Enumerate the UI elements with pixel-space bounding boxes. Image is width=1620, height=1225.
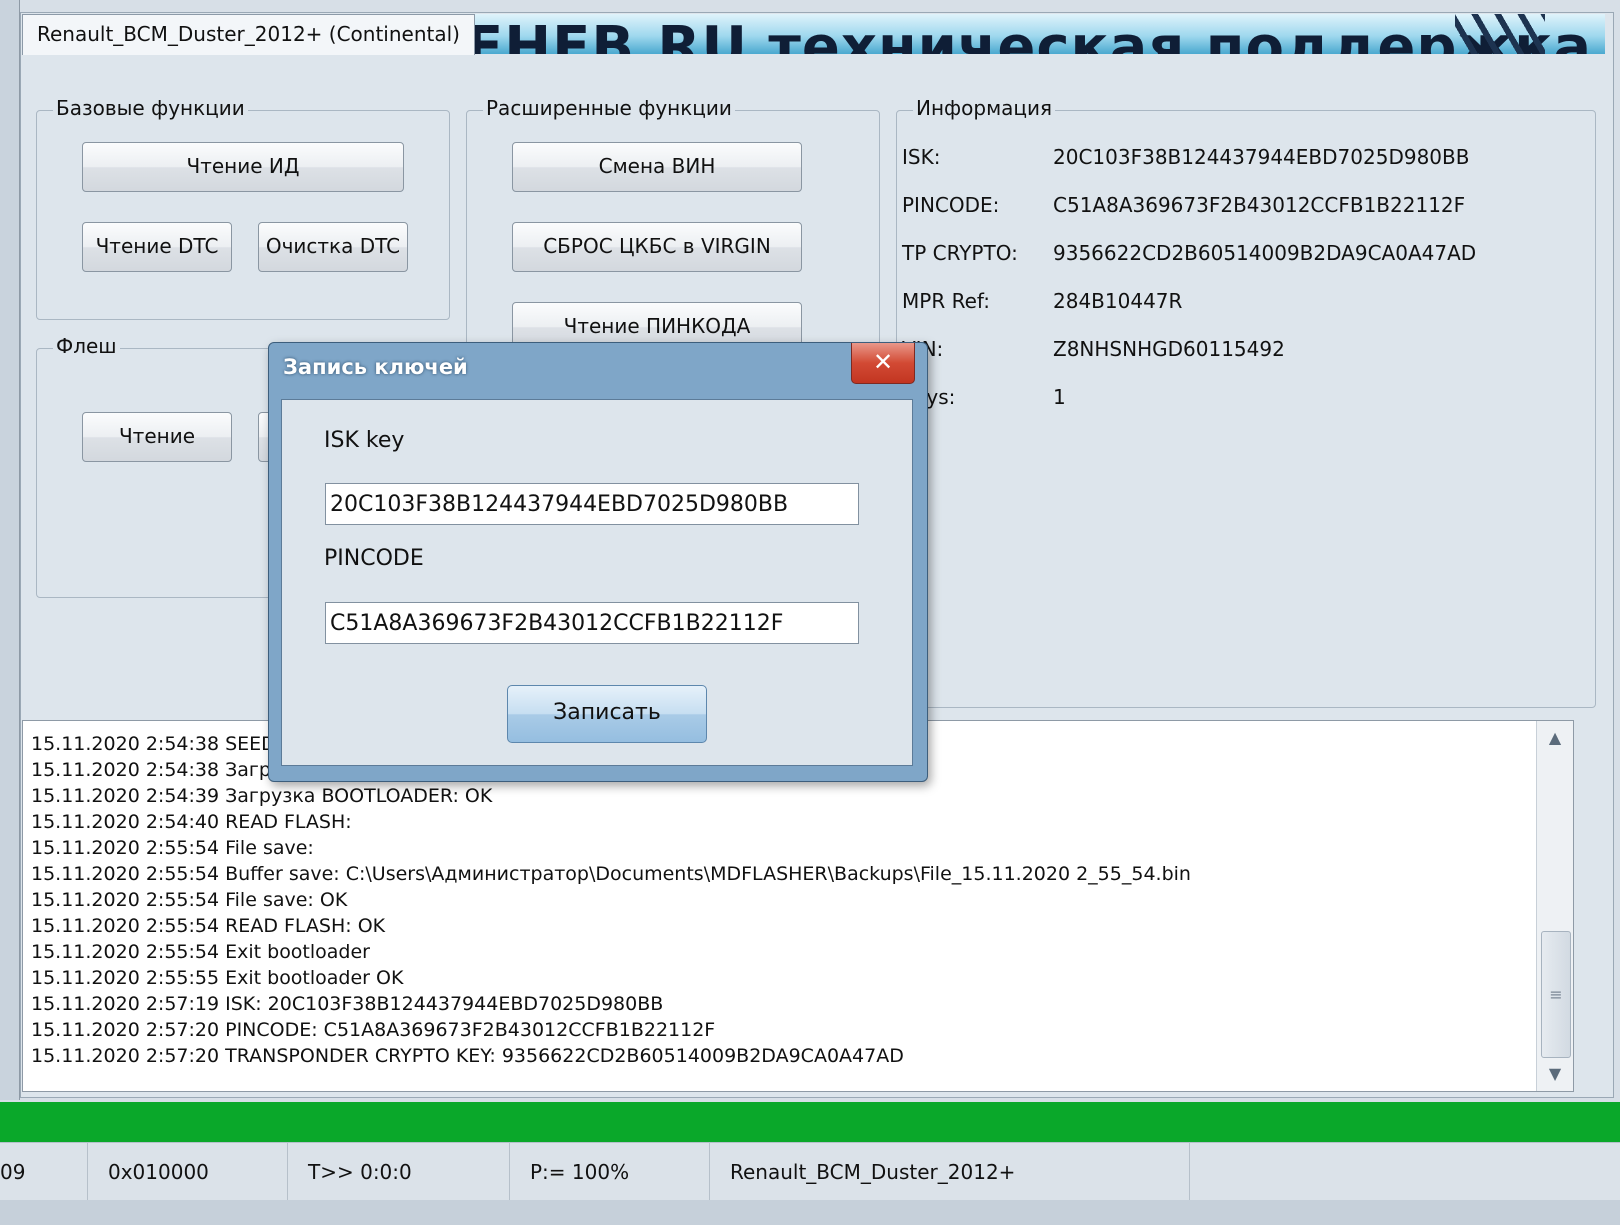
- info-label: MPR Ref:: [902, 289, 990, 313]
- info-label: PINCODE:: [902, 193, 1000, 217]
- banner-stripes: [1455, 14, 1545, 54]
- group-info-title: Информация: [913, 97, 1056, 119]
- info-label: TP CRYPTO:: [902, 241, 1018, 265]
- log-line: 15.11.2020 2:54:38 SEED: [31, 733, 276, 755]
- log-line: 15.11.2020 2:55:54 READ FLASH: OK: [31, 915, 386, 937]
- progress-bar: [0, 1102, 1620, 1142]
- log-line: 15.11.2020 2:57:20 TRANSPONDER CRYPTO KE…: [31, 1045, 904, 1067]
- reset-virgin-button[interactable]: СБРОС ЦКБС в VIRGIN: [512, 222, 802, 272]
- log-line: 15.11.2020 2:54:40 READ FLASH:: [31, 811, 352, 833]
- pincode-value: C51A8A369673F2B43012CCFB1B22112F: [1053, 193, 1466, 217]
- status-cell-progress: P:= 100%: [510, 1143, 710, 1201]
- group-flash-title: Флеш: [53, 335, 120, 357]
- change-vin-button[interactable]: Смена ВИН: [512, 142, 802, 192]
- status-cell-id: 09: [0, 1143, 88, 1201]
- bottom-strip: [0, 1200, 1620, 1225]
- tab-device[interactable]: Renault_BCM_Duster_2012+ (Continental): [22, 14, 475, 55]
- scroll-up-icon[interactable]: ▲: [1537, 721, 1573, 755]
- banner: ЕНЕВ.RU техническая поддержка: [455, 14, 1605, 54]
- scroll-down-icon[interactable]: ▼: [1537, 1057, 1573, 1091]
- tp-crypto-value: 9356622CD2B60514009B2DA9CA0A47AD: [1053, 241, 1477, 265]
- read-id-button[interactable]: Чтение ИД: [82, 142, 404, 192]
- mpr-ref-value: 284B10447R: [1053, 289, 1183, 313]
- log-scrollbar[interactable]: ▲ ≡ ▼: [1536, 721, 1573, 1091]
- clear-dtc-button[interactable]: Очистка DTC: [258, 222, 408, 272]
- group-basic-title: Базовые функции: [53, 97, 248, 119]
- group-advanced-title: Расширенные функции: [483, 97, 735, 119]
- status-bar: 09 0x010000 T>> 0:0:0 P:= 100% Renault_B…: [0, 1142, 1620, 1201]
- log-line: 15.11.2020 2:57:19 ISK: 20C103F38B124437…: [31, 993, 664, 1015]
- status-cell-time: T>> 0:0:0: [288, 1143, 510, 1201]
- read-dtc-button[interactable]: Чтение DTC: [82, 222, 232, 272]
- vin-value: Z8NHSNHGD60115492: [1053, 337, 1285, 361]
- log-line: 15.11.2020 2:54:39 Загрузка BOOTLOADER: …: [31, 785, 493, 807]
- log-line: 15.11.2020 2:55:54 File save:: [31, 837, 314, 859]
- log-line: 15.11.2020 2:55:54 Exit bootloader: [31, 941, 370, 963]
- pincode-label: PINCODE: [324, 546, 424, 571]
- pincode-input[interactable]: [325, 602, 859, 644]
- close-icon[interactable]: ✕: [851, 343, 915, 384]
- left-rail: [0, 0, 20, 1100]
- log-line: 15.11.2020 2:55:54 File save: OK: [31, 889, 348, 911]
- log-line: 15.11.2020 2:55:54 Buffer save: C:\Users…: [31, 863, 1191, 885]
- status-cell-device: Renault_BCM_Duster_2012+: [710, 1143, 1190, 1201]
- dialog-title: Запись ключей: [283, 355, 468, 379]
- isk-key-input[interactable]: [325, 483, 859, 525]
- isk-value: 20C103F38B124437944EBD7025D980BB: [1053, 145, 1470, 169]
- scroll-thumb[interactable]: ≡: [1541, 931, 1571, 1058]
- write-button[interactable]: Записать: [507, 685, 707, 743]
- write-keys-dialog: Запись ключей ✕ ISK key PINCODE Записать: [268, 342, 928, 782]
- log-line: 15.11.2020 2:55:55 Exit bootloader OK: [31, 967, 404, 989]
- isk-key-label: ISK key: [324, 428, 405, 453]
- info-label: ISK:: [902, 145, 941, 169]
- log-line: 15.11.2020 2:57:20 PINCODE: C51A8A369673…: [31, 1019, 716, 1041]
- status-cell-address: 0x010000: [88, 1143, 288, 1201]
- keys-value: 1: [1053, 385, 1066, 409]
- dialog-body: ISK key PINCODE Записать: [281, 399, 913, 766]
- flash-read-button[interactable]: Чтение: [82, 412, 232, 462]
- banner-text: ЕНЕВ.RU техническая поддержка: [465, 15, 1592, 55]
